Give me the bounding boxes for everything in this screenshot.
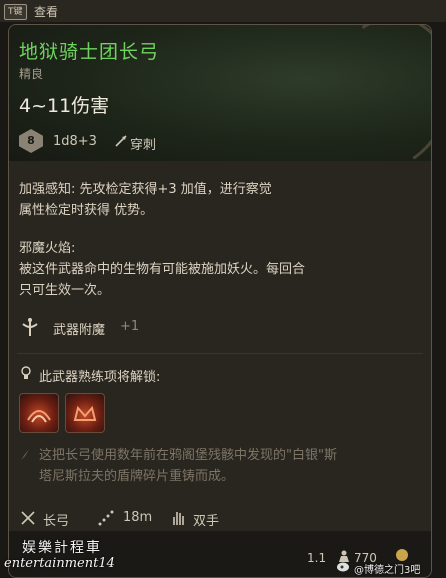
enchantment-count: +1 <box>120 319 140 334</box>
hotkey-badge: T键 <box>4 4 27 20</box>
passive-enhanced-perception: 加强感知: 先攻检定获得+3 加值，进行察觉 属性检定时获得 优势。 <box>19 182 272 218</box>
source-watermark: @博德之门3吧 <box>354 565 421 576</box>
proficiency-unlock-label: 此武器熟练项将解锁: <box>39 370 161 385</box>
d8-die-icon: 8 <box>19 129 43 153</box>
tooltip-header: 地狱骑士团长弓 精良 4~11伤害 8 1d8+3 穿刺 <box>9 25 431 185</box>
top-bar: T键 查看 <box>0 0 446 22</box>
range-icon <box>98 510 114 526</box>
property-range: 18m <box>123 510 153 525</box>
damage-type: 穿刺 <box>130 138 157 153</box>
item-tooltip: 地狱骑士团长弓 精良 4~11伤害 8 1d8+3 穿刺 加强感知: 先攻检定获… <box>8 24 432 578</box>
property-weapon-type: 长弓 <box>43 514 70 529</box>
tooltip-body: 加强感知: 先攻检定获得+3 加值，进行察觉 属性检定时获得 优势。 邪魔火焰:… <box>9 161 431 577</box>
weibo-icon <box>337 562 349 572</box>
longbow-icon <box>21 511 35 525</box>
watermark-cn: 娱樂計程車 <box>22 540 102 556</box>
enchantment-icon <box>22 318 38 336</box>
item-name: 地狱骑士团长弓 <box>19 41 160 63</box>
item-weight: 1.1 <box>307 551 327 565</box>
two-handed-icon <box>173 512 184 525</box>
enchantment-label: 武器附魔 <box>53 323 106 338</box>
feather-icon <box>21 449 29 460</box>
crown-fire-icon <box>73 405 97 421</box>
item-rarity: 精良 <box>19 67 44 81</box>
proficiency-icon <box>21 366 31 379</box>
weapon-action-2[interactable] <box>65 393 105 433</box>
piercing-icon <box>115 135 127 147</box>
weapon-action-1[interactable] <box>19 393 59 433</box>
flame-strike-icon <box>27 410 51 423</box>
passive-fiendish-fire: 邪魔火焰: 被这件武器命中的生物有可能被施加妖火。每回合 只可生效一次。 <box>19 241 306 298</box>
gold-coin-icon <box>396 549 408 561</box>
damage-formula: 1d8+3 <box>53 134 97 149</box>
damage-range: 4~11伤害 <box>19 95 110 117</box>
property-handedness: 双手 <box>193 514 220 529</box>
watermark-en: entertainment14 <box>4 556 115 571</box>
lore-text: 这把长弓使用数年前在鸦阁堡残骸中发现的"白银"斯 塔尼斯拉夫的盾牌碎片重铸而成。 <box>39 448 337 484</box>
divider <box>17 353 423 354</box>
inspect-label[interactable]: 查看 <box>34 3 58 20</box>
